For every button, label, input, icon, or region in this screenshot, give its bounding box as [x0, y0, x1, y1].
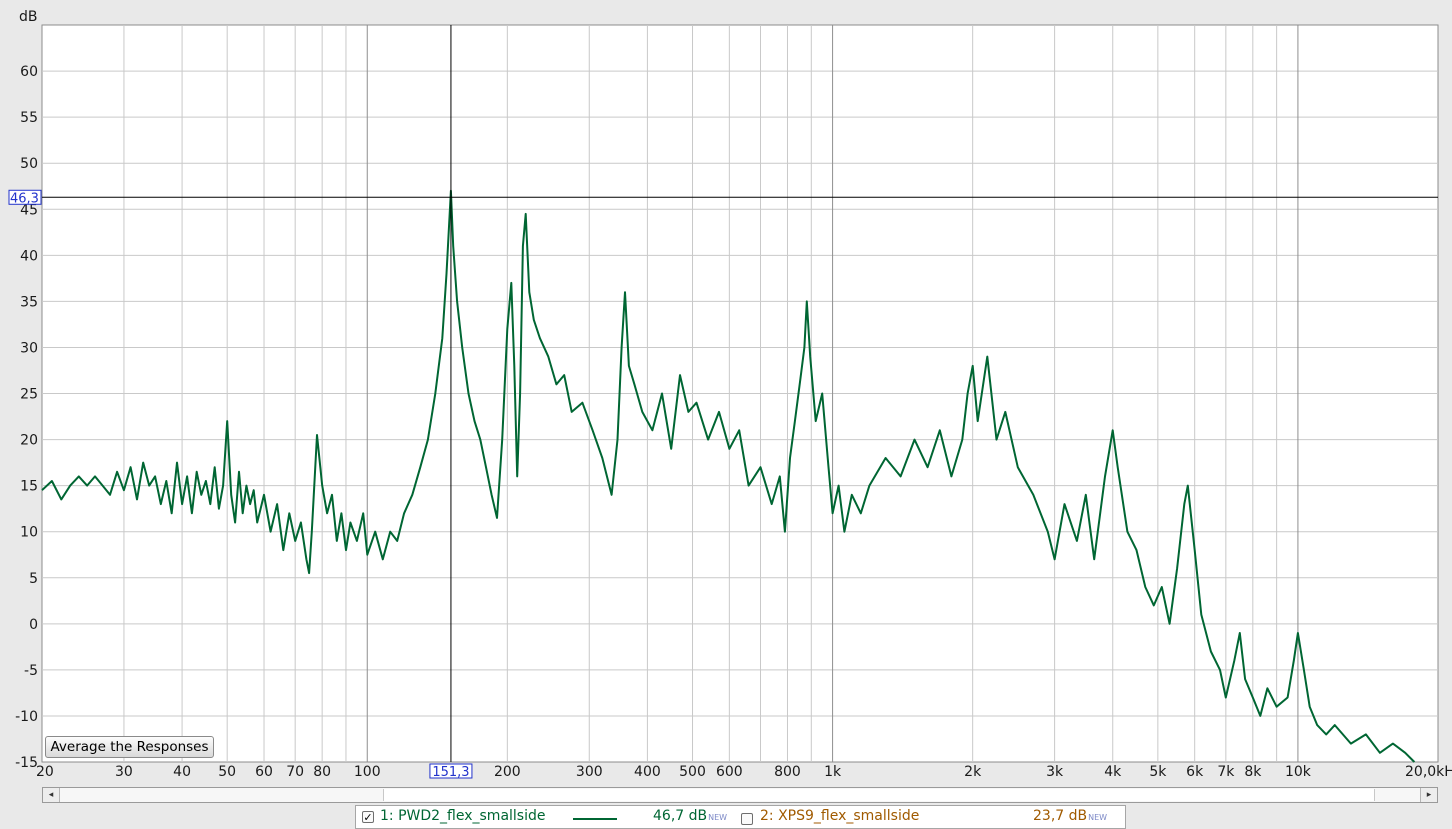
y-tick-label: -5 [24, 663, 38, 679]
x-tick-label: 20 [36, 764, 54, 780]
y-tick-label: 5 [29, 571, 38, 587]
horizontal-scrollbar[interactable]: ◂ ▸ [42, 787, 1438, 803]
y-tick-label: 55 [20, 110, 38, 126]
y-tick-label: 60 [20, 64, 38, 80]
legend-checkbox-pwd2[interactable]: ✓ [362, 811, 374, 823]
x-tick-label: 3k [1046, 764, 1064, 780]
legend-line-swatch-pwd2 [573, 818, 617, 820]
y-tick-label: 35 [20, 294, 38, 310]
y-tick-label: 20 [20, 433, 38, 449]
x-tick-label: 800 [774, 764, 801, 780]
x-tick-label: 70 [286, 764, 304, 780]
x-tick-label: 5k [1149, 764, 1167, 780]
y-tick-label: 50 [20, 156, 38, 172]
y-tick-label: 0 [29, 617, 38, 633]
x-tick-label: 30 [115, 764, 133, 780]
y-tick-label: 30 [20, 340, 38, 356]
x-tick-label: 20,0kHz [1405, 764, 1452, 780]
legend-checkbox-xps9[interactable] [741, 813, 753, 825]
y-tick-label: 40 [20, 248, 38, 264]
legend-new-tag-xps9: NEW [1088, 813, 1108, 822]
scroll-right-icon[interactable]: ▸ [1420, 788, 1437, 802]
y-tick-label: 25 [20, 387, 38, 403]
cursor-y-readout: 46,3 [10, 191, 39, 206]
x-tick-label: 50 [218, 764, 236, 780]
x-tick-label: 600 [716, 764, 743, 780]
legend-item-pwd2[interactable]: ✓ 1: PWD2_flex_smallside 46,7 dBNEW [356, 806, 736, 828]
x-tick-label: 2k [964, 764, 982, 780]
scroll-thumb[interactable] [383, 789, 1375, 801]
legend-value-pwd2: 46,7 dBNEW [653, 808, 727, 824]
legend-item-xps9[interactable]: 2: XPS9_flex_smallside 23,7 dBNEW [736, 806, 1126, 828]
x-tick-label: 6k [1186, 764, 1204, 780]
x-tick-label: 8k [1244, 764, 1262, 780]
average-responses-button[interactable]: Average the Responses [45, 736, 214, 758]
x-tick-label: 200 [494, 764, 521, 780]
legend-value-text-xps9: 23,7 dB [1033, 808, 1088, 824]
x-tick-label: 100 [354, 764, 381, 780]
legend-label-xps9: 2: XPS9_flex_smallside [760, 808, 920, 824]
y-tick-label: -15 [15, 755, 38, 771]
x-tick-label: 300 [576, 764, 603, 780]
y-axis-label: dB [19, 9, 38, 25]
x-tick-label: 400 [634, 764, 661, 780]
measurement-legend: ✓ 1: PWD2_flex_smallside 46,7 dBNEW 2: X… [355, 805, 1126, 829]
x-tick-label: 7k [1217, 764, 1235, 780]
x-tick-label: 60 [255, 764, 273, 780]
x-tick-label: 10k [1285, 764, 1312, 780]
legend-value-xps9: 23,7 dBNEW [1033, 808, 1107, 824]
legend-value-text-pwd2: 46,7 dB [653, 808, 708, 824]
scroll-left-icon[interactable]: ◂ [43, 788, 60, 802]
legend-label-pwd2: 1: PWD2_flex_smallside [380, 808, 546, 824]
x-tick-label: 1k [824, 764, 842, 780]
y-tick-label: -10 [15, 709, 38, 725]
x-tick-label: 40 [173, 764, 191, 780]
legend-new-tag-pwd2: NEW [708, 813, 728, 822]
spl-chart[interactable]: dB -15-10-5051015202530354045505560 20 30… [0, 0, 1452, 786]
x-tick-label: 500 [679, 764, 706, 780]
y-tick-label: 10 [20, 525, 38, 541]
x-tick-label: 4k [1104, 764, 1122, 780]
cursor-x-readout: 151,3 [432, 765, 469, 780]
y-tick-label: 15 [20, 479, 38, 495]
x-tick-label: 80 [313, 764, 331, 780]
